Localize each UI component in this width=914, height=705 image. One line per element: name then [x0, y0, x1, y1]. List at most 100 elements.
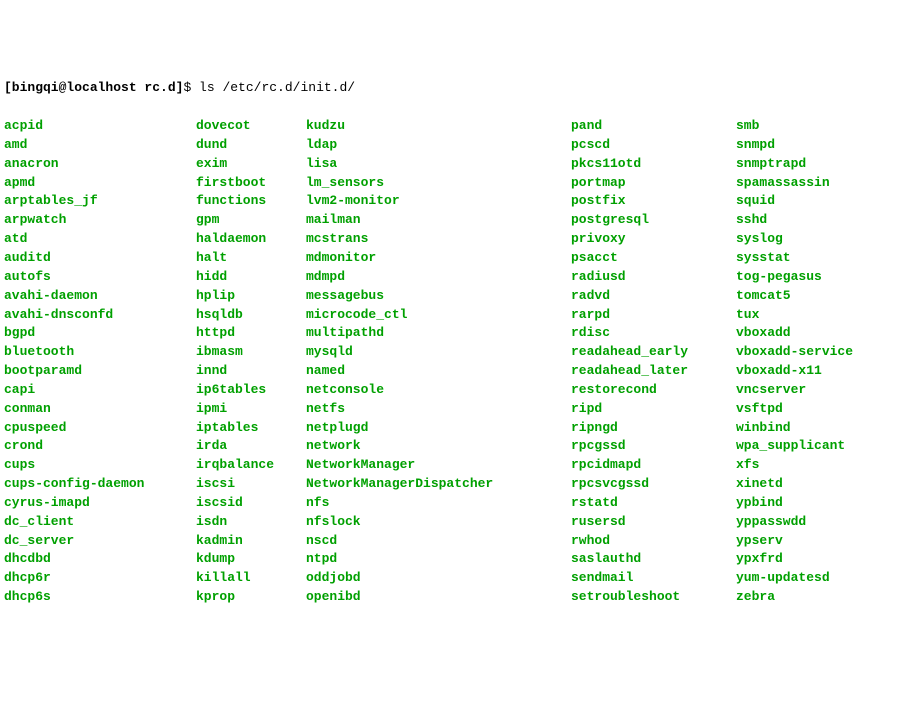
file-entry: psacct: [571, 250, 618, 265]
file-entry: NetworkManagerDispatcher: [306, 476, 493, 491]
file-entry: ldap: [306, 137, 337, 152]
file-entry: killall: [196, 570, 251, 585]
file-entry: snmpd: [736, 137, 775, 152]
file-entry: dund: [196, 137, 227, 152]
file-entry: readahead_early: [571, 344, 688, 359]
file-entry: amd: [4, 137, 27, 152]
file-entry: network: [306, 438, 361, 453]
file-entry: wpa_supplicant: [736, 438, 845, 453]
file-entry: ypbind: [736, 495, 783, 510]
file-entry: dc_client: [4, 514, 74, 529]
file-entry: functions: [196, 193, 266, 208]
file-entry: vboxadd-service: [736, 344, 853, 359]
file-entry: httpd: [196, 325, 235, 340]
file-entry: bluetooth: [4, 344, 74, 359]
file-entry: xinetd: [736, 476, 783, 491]
file-entry: irqbalance: [196, 457, 274, 472]
file-entry: tog-pegasus: [736, 269, 822, 284]
file-entry: restorecond: [571, 382, 657, 397]
file-listing: acpid amd anacron apmd arptables_jf arpw…: [4, 117, 910, 607]
file-entry: vboxadd: [736, 325, 791, 340]
file-entry: postgresql: [571, 212, 649, 227]
file-entry: arptables_jf: [4, 193, 98, 208]
file-entry: netplugd: [306, 420, 368, 435]
file-entry: lisa: [306, 156, 337, 171]
file-entry: ibmasm: [196, 344, 243, 359]
file-entry: kdump: [196, 551, 235, 566]
file-entry: rstatd: [571, 495, 618, 510]
file-entry: mcstrans: [306, 231, 368, 246]
prompt-userhost: [bingqi@localhost rc.d]: [4, 80, 183, 95]
file-entry: iscsi: [196, 476, 235, 491]
listing-col-3: kudzu ldap lisa lm_sensors lvm2-monitor …: [306, 117, 571, 607]
file-entry: atd: [4, 231, 27, 246]
file-entry: ypserv: [736, 533, 783, 548]
file-entry: setroubleshoot: [571, 589, 680, 604]
file-entry: multipathd: [306, 325, 384, 340]
file-entry: nfslock: [306, 514, 361, 529]
file-entry: spamassassin: [736, 175, 830, 190]
file-entry: saslauthd: [571, 551, 641, 566]
file-entry: gpm: [196, 212, 219, 227]
file-entry: cups: [4, 457, 35, 472]
file-entry: postfix: [571, 193, 626, 208]
file-entry: dc_server: [4, 533, 74, 548]
file-entry: autofs: [4, 269, 51, 284]
file-entry: innd: [196, 363, 227, 378]
file-entry: anacron: [4, 156, 59, 171]
file-entry: ip6tables: [196, 382, 266, 397]
file-entry: yppasswdd: [736, 514, 806, 529]
file-entry: nfs: [306, 495, 329, 510]
file-entry: hidd: [196, 269, 227, 284]
file-entry: auditd: [4, 250, 51, 265]
file-entry: nscd: [306, 533, 337, 548]
file-entry: sendmail: [571, 570, 633, 585]
file-entry: ripngd: [571, 420, 618, 435]
file-entry: arpwatch: [4, 212, 66, 227]
file-entry: irda: [196, 438, 227, 453]
file-entry: named: [306, 363, 345, 378]
file-entry: cpuspeed: [4, 420, 66, 435]
file-entry: haldaemon: [196, 231, 266, 246]
file-entry: sshd: [736, 212, 767, 227]
file-entry: lvm2-monitor: [306, 193, 400, 208]
file-entry: mailman: [306, 212, 361, 227]
file-entry: rwhod: [571, 533, 610, 548]
file-entry: oddjobd: [306, 570, 361, 585]
listing-col-4: pand pcscd pkcs11otd portmap postfix pos…: [571, 117, 736, 607]
file-entry: privoxy: [571, 231, 626, 246]
file-entry: snmptrapd: [736, 156, 806, 171]
file-entry: dhcp6r: [4, 570, 51, 585]
file-entry: mdmonitor: [306, 250, 376, 265]
file-entry: tomcat5: [736, 288, 791, 303]
file-entry: kadmin: [196, 533, 243, 548]
file-entry: netfs: [306, 401, 345, 416]
file-entry: pand: [571, 118, 602, 133]
command-text: ls /etc/rc.d/init.d/: [199, 80, 355, 95]
file-entry: xfs: [736, 457, 759, 472]
file-entry: exim: [196, 156, 227, 171]
file-entry: tux: [736, 307, 759, 322]
file-entry: capi: [4, 382, 35, 397]
file-entry: zebra: [736, 589, 775, 604]
file-entry: mysqld: [306, 344, 353, 359]
file-entry: hplip: [196, 288, 235, 303]
file-entry: avahi-dnsconfd: [4, 307, 113, 322]
file-entry: rpcsvcgssd: [571, 476, 649, 491]
file-entry: acpid: [4, 118, 43, 133]
file-entry: rusersd: [571, 514, 626, 529]
file-entry: pkcs11otd: [571, 156, 641, 171]
file-entry: portmap: [571, 175, 626, 190]
file-entry: isdn: [196, 514, 227, 529]
file-entry: microcode_ctl: [306, 307, 407, 322]
file-entry: ypxfrd: [736, 551, 783, 566]
file-entry: ntpd: [306, 551, 337, 566]
file-entry: bgpd: [4, 325, 35, 340]
file-entry: squid: [736, 193, 775, 208]
file-entry: mdmpd: [306, 269, 345, 284]
file-entry: ipmi: [196, 401, 227, 416]
file-entry: vsftpd: [736, 401, 783, 416]
file-entry: NetworkManager: [306, 457, 415, 472]
file-entry: readahead_later: [571, 363, 688, 378]
listing-col-1: acpid amd anacron apmd arptables_jf arpw…: [4, 117, 196, 607]
